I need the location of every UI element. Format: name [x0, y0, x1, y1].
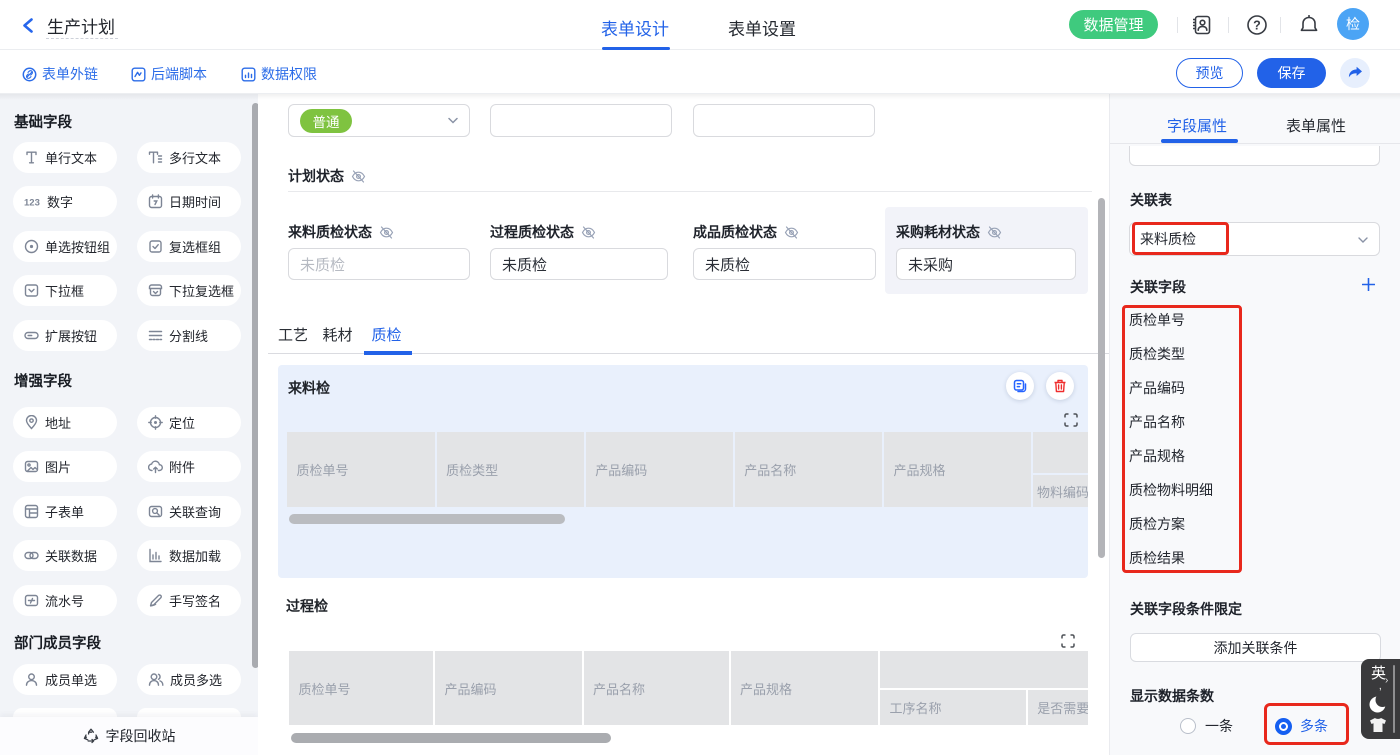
- svg-text:?: ?: [1253, 18, 1261, 32]
- svg-text:123: 123: [24, 198, 40, 209]
